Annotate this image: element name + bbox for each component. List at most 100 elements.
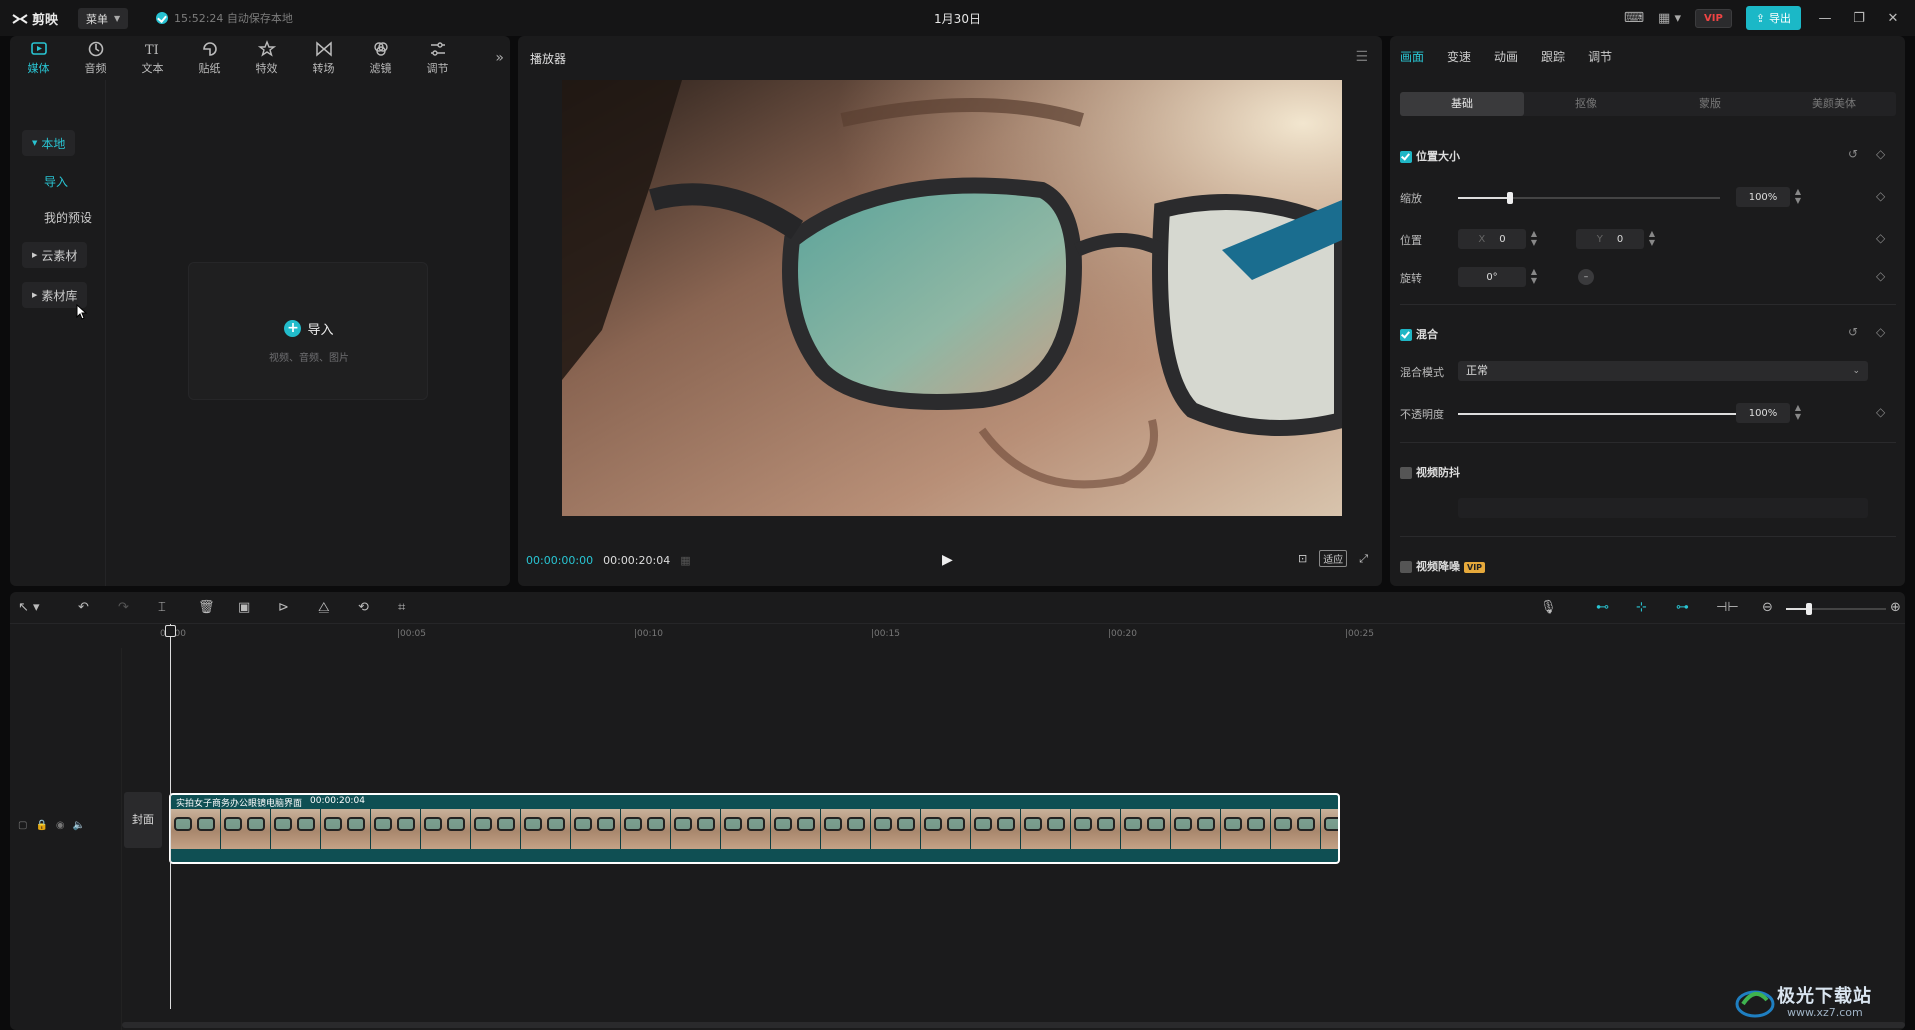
- split-icon[interactable]: ⌶: [158, 600, 166, 615]
- opacity-input[interactable]: 100%: [1736, 403, 1790, 423]
- position-x-input[interactable]: X 0: [1458, 229, 1526, 249]
- cover-button[interactable]: 封面: [124, 792, 162, 848]
- property-subtab[interactable]: 基础: [1400, 92, 1524, 116]
- keyframe-icon[interactable]: ◇: [1876, 189, 1885, 203]
- checkbox-icon[interactable]: [1400, 151, 1412, 163]
- zoom-out-icon[interactable]: ⊖: [1762, 600, 1773, 615]
- export-button[interactable]: ⇪ 导出: [1745, 6, 1801, 30]
- speaker-icon[interactable]: 🔈: [73, 820, 85, 831]
- freeze-icon[interactable]: ▣: [238, 600, 250, 615]
- layout-icon[interactable]: ▦ ▾: [1658, 11, 1681, 26]
- position-size-section[interactable]: 位置大小: [1400, 148, 1460, 164]
- tool-tab-effects[interactable]: 特效: [238, 36, 295, 80]
- zoom-slider-knob[interactable]: [1806, 603, 1812, 615]
- opacity-slider[interactable]: [1458, 408, 1775, 420]
- snap-icon[interactable]: ⊹: [1636, 600, 1647, 615]
- track-cover-toggle-icon[interactable]: ▢: [18, 820, 27, 831]
- property-tab[interactable]: 变速: [1447, 48, 1471, 65]
- scale-stepper[interactable]: ▲ ▼: [1792, 187, 1804, 207]
- fullscreen-icon[interactable]: ⤢: [1359, 552, 1368, 566]
- link-main-track-icon[interactable]: ⊷: [1596, 600, 1609, 615]
- undo-icon[interactable]: ↶: [78, 600, 89, 615]
- keyframe-icon[interactable]: ◇: [1876, 405, 1885, 419]
- property-subtab[interactable]: 蒙版: [1648, 92, 1772, 116]
- keyframe-icon[interactable]: ◇: [1876, 147, 1885, 161]
- menu-button[interactable]: 菜单 ▼: [78, 8, 129, 29]
- scale-slider-knob[interactable]: [1507, 192, 1513, 204]
- scale-input[interactable]: 100%: [1736, 187, 1790, 207]
- reset-icon[interactable]: ↺: [1848, 325, 1858, 339]
- timeline-grid-icon[interactable]: ▦: [680, 554, 690, 567]
- tool-tab-audio[interactable]: 音频: [67, 36, 124, 80]
- checkbox-icon[interactable]: [1400, 329, 1412, 341]
- keyframe-icon[interactable]: ◇: [1876, 269, 1885, 283]
- tool-tab-text[interactable]: TI 文本: [124, 36, 181, 80]
- tool-tab-sticker[interactable]: 贴纸: [181, 36, 238, 80]
- redo-icon[interactable]: ↷: [118, 600, 129, 615]
- property-tab[interactable]: 跟踪: [1541, 48, 1565, 65]
- hamburger-icon[interactable]: ☰: [1355, 49, 1368, 65]
- rotate-stepper[interactable]: ▲ ▼: [1528, 267, 1540, 287]
- nav-import[interactable]: 导入: [34, 168, 78, 194]
- crop-icon[interactable]: ⌗: [398, 600, 405, 615]
- fit-button[interactable]: 适应: [1319, 550, 1348, 567]
- blend-mode-select[interactable]: 正常 ⌄: [1458, 361, 1868, 381]
- preview-axis-icon[interactable]: ⊣⊢: [1716, 600, 1739, 615]
- rotate-icon[interactable]: ⟲: [358, 600, 369, 615]
- position-y-stepper[interactable]: ▲ ▼: [1646, 229, 1658, 249]
- playhead-line[interactable]: [170, 624, 171, 1009]
- minimize-button[interactable]: —: [1815, 11, 1835, 26]
- scale-slider[interactable]: [1458, 192, 1720, 204]
- screenshot-icon[interactable]: ⊡: [1298, 552, 1307, 565]
- select-tool-icon[interactable]: ↖ ▾: [18, 600, 40, 615]
- video-preview[interactable]: [562, 80, 1342, 516]
- property-tab[interactable]: 画面: [1400, 48, 1424, 65]
- tool-tab-media[interactable]: 媒体: [10, 36, 67, 80]
- microphone-icon[interactable]: 🎙: [1540, 600, 1557, 615]
- reverse-icon[interactable]: ⊳: [278, 600, 289, 615]
- close-button[interactable]: ✕: [1883, 11, 1903, 26]
- import-dropzone[interactable]: + 导入 视频、音频、图片: [188, 262, 428, 400]
- import-button[interactable]: + 导入: [189, 319, 429, 338]
- rotate-input[interactable]: 0°: [1458, 267, 1526, 287]
- keyboard-icon[interactable]: ⌨: [1624, 10, 1644, 26]
- video-clip[interactable]: 实拍女子商务办公眼镜电脑界面 00:00:20:04: [169, 793, 1340, 864]
- rotate-dial-icon[interactable]: –: [1578, 269, 1594, 285]
- checkbox-icon[interactable]: [1400, 467, 1412, 479]
- blend-section[interactable]: 混合: [1400, 326, 1438, 342]
- tool-tab-filter[interactable]: 滤镜: [352, 36, 409, 80]
- checkbox-icon[interactable]: [1400, 561, 1412, 573]
- denoise-section[interactable]: 视频降噪 VIP: [1400, 558, 1486, 574]
- nav-my-presets[interactable]: 我的预设: [34, 204, 102, 230]
- tool-tab-transition[interactable]: 转场: [295, 36, 352, 80]
- playhead-handle[interactable]: [165, 625, 176, 637]
- keyframe-icon[interactable]: ◇: [1876, 325, 1885, 339]
- opacity-stepper[interactable]: ▲ ▼: [1792, 403, 1804, 423]
- play-button[interactable]: ▶: [942, 552, 953, 568]
- mirror-icon[interactable]: ⧋: [318, 600, 330, 615]
- tool-tab-adjust[interactable]: 调节: [409, 36, 466, 80]
- linkage-icon[interactable]: ⊶: [1676, 600, 1689, 615]
- position-y-input[interactable]: Y 0: [1576, 229, 1644, 249]
- delete-icon[interactable]: 🗑: [198, 600, 215, 615]
- eye-icon[interactable]: ◉: [56, 820, 65, 831]
- reset-icon[interactable]: ↺: [1848, 147, 1858, 161]
- keyframe-icon[interactable]: ◇: [1876, 231, 1885, 245]
- nav-local[interactable]: ▼ 本地: [22, 130, 76, 156]
- property-subtab[interactable]: 美颜美体: [1772, 92, 1896, 116]
- timeline-scrollbar[interactable]: [122, 1022, 1905, 1028]
- lock-icon[interactable]: 🔒: [35, 820, 47, 831]
- property-tab[interactable]: 调节: [1588, 48, 1612, 65]
- zoom-slider[interactable]: [1786, 603, 1886, 615]
- restore-button[interactable]: ❐: [1849, 11, 1869, 26]
- vip-button[interactable]: VIP: [1694, 8, 1732, 28]
- property-subtab[interactable]: 抠像: [1524, 92, 1648, 116]
- position-x-stepper[interactable]: ▲ ▼: [1528, 229, 1540, 249]
- property-tab[interactable]: 动画: [1494, 48, 1518, 65]
- more-tools-icon[interactable]: »: [495, 50, 504, 66]
- time-ruler[interactable]: 00:00|00:05|00:10|00:15|00:20|00:25: [122, 624, 1905, 648]
- nav-cloud[interactable]: ▶ 云素材: [22, 242, 88, 268]
- stabilize-section[interactable]: 视频防抖: [1400, 464, 1460, 480]
- zoom-in-icon[interactable]: ⊕: [1890, 600, 1901, 615]
- clip-thumbnail: [621, 809, 671, 849]
